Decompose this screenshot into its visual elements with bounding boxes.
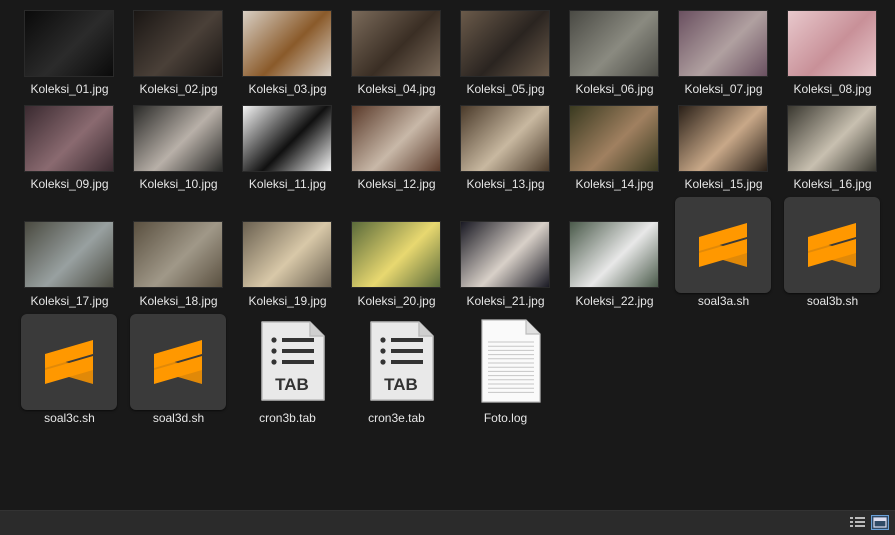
sublime-text-icon	[699, 223, 747, 267]
file-item[interactable]: Foto.log	[454, 0, 557, 510]
details-view-icon[interactable]	[849, 515, 867, 530]
tab-file-icon: TAB	[367, 318, 437, 404]
file-name-label: soal3d.sh	[152, 411, 205, 425]
file-item[interactable]: soal3d.sh	[127, 0, 230, 510]
large-icons-view-icon[interactable]	[871, 515, 889, 530]
file-name-label: cron3e.tab	[368, 411, 425, 425]
script-file-icon	[675, 197, 771, 293]
status-bar	[0, 510, 895, 535]
text-document-icon	[476, 318, 546, 404]
file-name-label: soal3a.sh	[697, 294, 750, 308]
file-item[interactable]: soal3c.sh	[18, 0, 121, 510]
sublime-text-icon	[808, 223, 856, 267]
tab-icon-text: TAB	[384, 375, 418, 394]
file-item[interactable]: TAB cron3b.tab	[236, 0, 339, 510]
file-item[interactable]: Koleksi_22.jpg	[563, 0, 666, 510]
file-item[interactable]: soal3a.sh	[672, 0, 775, 510]
file-name-label: soal3c.sh	[44, 411, 95, 425]
file-name-label: Foto.log	[483, 411, 528, 425]
file-name-label: Koleksi_22.jpg	[575, 294, 654, 308]
tab-file-icon: TAB	[258, 318, 328, 404]
image-thumbnail	[569, 221, 659, 288]
tab-icon-text: TAB	[275, 375, 309, 394]
script-file-icon	[130, 314, 226, 410]
sublime-text-icon	[45, 340, 93, 384]
file-name-label: soal3b.sh	[806, 294, 859, 308]
script-file-icon	[784, 197, 880, 293]
file-item[interactable]: soal3b.sh	[781, 0, 884, 510]
file-item[interactable]: TAB cron3e.tab	[345, 0, 448, 510]
sublime-text-icon	[154, 340, 202, 384]
script-file-icon	[21, 314, 117, 410]
file-grid: Koleksi_01.jpg Koleksi_02.jpg Koleksi_03.j…	[0, 0, 895, 510]
file-name-label: cron3b.tab	[259, 411, 316, 425]
